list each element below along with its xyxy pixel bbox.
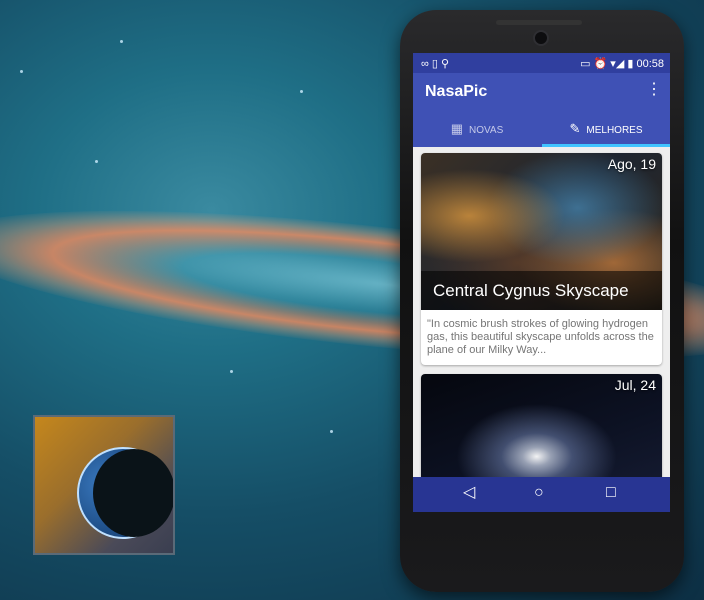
tab-melhores[interactable]: ✎ MELHORES: [542, 111, 670, 147]
background-star: [20, 70, 23, 73]
status-left-icons: ∞ ▯ ⚲: [421, 58, 450, 70]
navigation-bar: ◁ ○ □: [413, 477, 670, 512]
calendar-icon: ▦: [450, 121, 463, 136]
phone-screen: ∞ ▯ ⚲ ▭ ⏰ ▾◢ ▮ 00:58 NasaPic ⋮ ▦ NOVAS ✎ M…: [413, 53, 670, 512]
tab-novas[interactable]: ▦ NOVAS: [413, 111, 541, 147]
tab-melhores-label: MELHORES: [586, 125, 643, 136]
tab-bar: ▦ NOVAS ✎ MELHORES: [413, 111, 670, 147]
phone-speaker: [496, 20, 582, 25]
back-icon[interactable]: ◁: [463, 484, 475, 502]
background-star: [95, 160, 98, 163]
card-description: "In cosmic brush strokes of glowing hydr…: [427, 318, 654, 356]
background-star: [120, 40, 123, 43]
status-time: 00:58: [636, 58, 664, 70]
background-star: [300, 90, 303, 93]
background-star: [330, 430, 333, 433]
status-right-icons: ▭ ⏰ ▾◢ ▮: [580, 58, 634, 70]
tab-novas-label: NOVAS: [469, 125, 504, 136]
status-bar: ∞ ▯ ⚲ ▭ ⏰ ▾◢ ▮ 00:58: [413, 53, 670, 73]
app-title: NasaPic: [425, 83, 488, 100]
tab-indicator: [542, 144, 670, 147]
home-icon[interactable]: ○: [534, 484, 544, 502]
card-date: Jul, 24: [614, 377, 656, 393]
pin-icon: ✎: [569, 121, 581, 136]
more-vert-icon[interactable]: ⋮: [646, 82, 662, 98]
app-icon-preview: [33, 415, 175, 555]
picture-card[interactable]: Ago, 19 Central Cygnus Skyscape "In cosm…: [421, 153, 662, 365]
card-date: Ago, 19: [607, 156, 656, 172]
recent-apps-icon[interactable]: □: [606, 484, 616, 502]
app-toolbar: NasaPic ⋮: [413, 73, 670, 111]
planet-shadow: [93, 449, 173, 537]
phone-camera: [533, 30, 549, 46]
picture-card[interactable]: Jul, 24: [421, 374, 662, 484]
background-star: [230, 370, 233, 373]
card-title: Central Cygnus Skyscape: [433, 281, 629, 300]
status-right: ▭ ⏰ ▾◢ ▮ 00:58: [580, 57, 664, 70]
